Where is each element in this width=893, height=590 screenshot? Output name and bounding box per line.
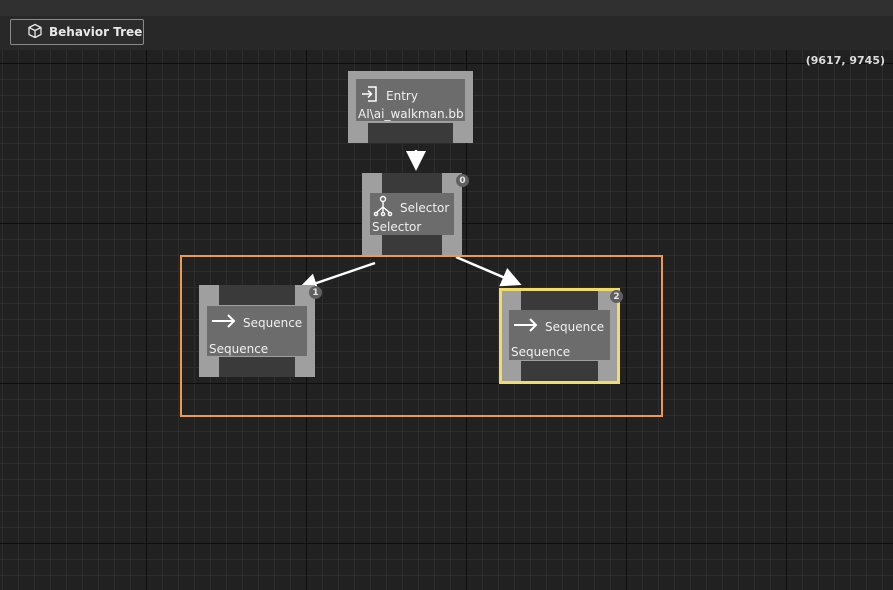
sequence2-title: Sequence (545, 319, 605, 334)
selector-icon (372, 195, 394, 220)
selector-input-port[interactable] (382, 173, 442, 193)
selector-node[interactable]: Selector Selector (362, 173, 462, 255)
sequence1-title: Sequence (243, 315, 303, 330)
sequence1-index-badge: 1 (309, 286, 322, 299)
graph-canvas[interactable]: (9617, 9745) Entry AI\ai_walkman.bb Sele… (0, 50, 893, 590)
entry-node[interactable]: Entry AI\ai_walkman.bb (348, 71, 473, 143)
behavior-tree-label: Behavior Tree (49, 25, 143, 39)
toolbar: Behavior Tree (0, 16, 893, 50)
selector-index-badge: 0 (456, 174, 469, 187)
window-top-bar (0, 0, 893, 16)
selector-output-port[interactable] (382, 235, 442, 255)
sequence1-output-port[interactable] (219, 357, 295, 377)
sequence-node-2[interactable]: Sequence Sequence (499, 288, 620, 384)
sequence2-subtitle: Sequence (511, 345, 571, 359)
behavior-tree-button[interactable]: Behavior Tree (10, 19, 144, 45)
arrow-right-icon (513, 317, 539, 336)
entry-output-port[interactable] (368, 123, 453, 143)
sequence2-input-port[interactable] (521, 291, 598, 311)
sequence1-input-port[interactable] (219, 285, 295, 305)
sequence2-output-port[interactable] (521, 361, 598, 381)
selector-subtitle: Selector (372, 220, 422, 234)
entry-title: Entry (386, 88, 418, 103)
enter-icon (360, 84, 380, 107)
arrow-right-icon (211, 313, 237, 332)
sequence1-subtitle: Sequence (209, 342, 269, 356)
sequence-node-1[interactable]: Sequence Sequence (199, 285, 315, 377)
selector-title: Selector (400, 200, 450, 215)
entry-subtitle: AI\ai_walkman.bb (358, 107, 464, 121)
sequence2-index-badge: 2 (610, 290, 623, 303)
cube-icon (27, 23, 43, 42)
